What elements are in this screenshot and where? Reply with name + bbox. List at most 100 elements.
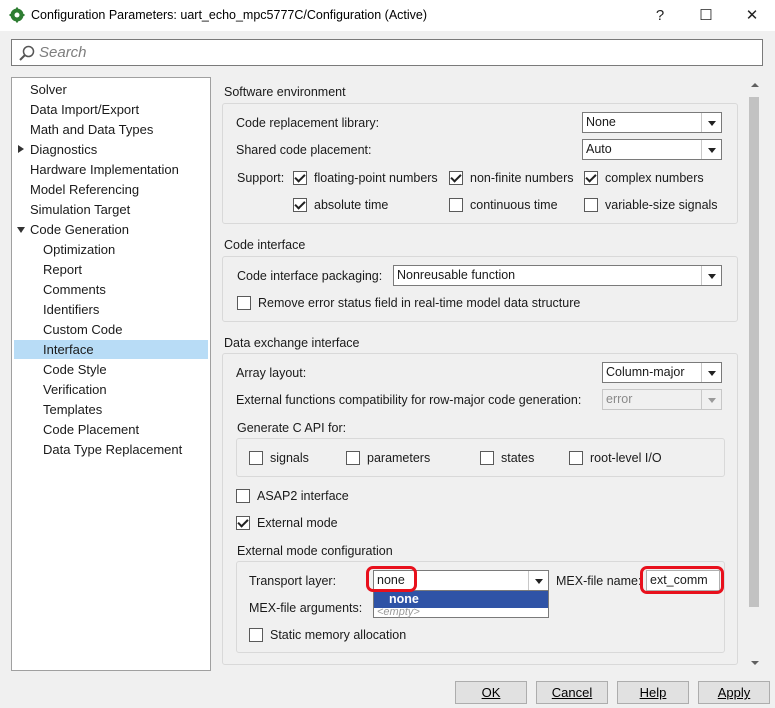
chevron-down-icon[interactable] — [701, 363, 721, 382]
shared-code-placement-label: Shared code placement: — [236, 143, 372, 157]
tree-item-report[interactable]: Report — [43, 260, 82, 279]
external-functions-value: error — [606, 392, 633, 406]
search-input[interactable] — [39, 42, 739, 63]
complex-numbers-checkbox[interactable] — [584, 171, 598, 185]
external-mode-checkbox[interactable] — [236, 516, 250, 530]
tree-item-hardware-implementation[interactable]: Hardware Implementation — [30, 160, 179, 179]
annotation-mex-name-highlight — [640, 566, 724, 594]
maximize-button[interactable]: ☐ — [683, 0, 729, 31]
mex-file-arguments-placeholder: <empty> — [377, 606, 420, 618]
mex-file-name-label: MEX-file name: — [556, 574, 642, 588]
static-memory-checkbox[interactable] — [249, 628, 263, 642]
support-label: Support: — [237, 171, 285, 185]
mex-file-arguments-label: MEX-file arguments: — [249, 601, 363, 615]
tree-item-optimization[interactable]: Optimization — [43, 240, 115, 259]
absolute-time-label: absolute time — [314, 198, 389, 212]
asap2-label: ASAP2 interface — [257, 489, 349, 503]
c-api-states-label: states — [501, 451, 535, 465]
c-api-root-io-checkbox[interactable] — [569, 451, 583, 465]
tree-item-model-referencing[interactable]: Model Referencing — [30, 180, 139, 199]
tree-item-code-style[interactable]: Code Style — [43, 360, 107, 379]
category-tree[interactable]: Solver Data Import/Export Math and Data … — [11, 77, 211, 671]
cancel-button[interactable]: Cancel — [536, 681, 608, 704]
title-bar: Configuration Parameters: uart_echo_mpc5… — [0, 0, 775, 31]
tree-item-code-generation[interactable]: Code Generation — [30, 220, 129, 239]
apply-button-label: Apply — [717, 685, 751, 700]
vertical-scrollbar[interactable] — [746, 77, 763, 671]
remove-error-status-checkbox[interactable] — [237, 296, 251, 310]
close-button[interactable]: ✕ — [729, 0, 775, 31]
tree-item-comments[interactable]: Comments — [43, 280, 106, 299]
help-button-label: Help — [639, 685, 667, 700]
external-mode-label: External mode — [257, 516, 338, 530]
code-interface-title: Code interface — [224, 238, 306, 252]
continuous-time-checkbox[interactable] — [449, 198, 463, 212]
non-finite-label: non-finite numbers — [470, 171, 574, 185]
tree-item-verification[interactable]: Verification — [43, 380, 107, 399]
dropdown-option-label: none — [389, 592, 419, 606]
external-mode-config-title: External mode configuration — [237, 544, 393, 558]
c-api-parameters-checkbox[interactable] — [346, 451, 360, 465]
data-exchange-title: Data exchange interface — [224, 336, 360, 350]
scroll-down-arrow-icon[interactable] — [746, 654, 763, 671]
transport-layer-dropdown-list[interactable]: none <empty> — [373, 590, 549, 618]
window-title: Configuration Parameters: uart_echo_mpc5… — [31, 8, 428, 22]
c-api-root-io-label: root-level I/O — [590, 451, 662, 465]
code-interface-packaging-value: Nonreusable function — [397, 268, 516, 282]
shared-code-placement-select[interactable]: Auto — [582, 139, 722, 160]
transport-layer-label: Transport layer: — [249, 574, 337, 588]
expand-arrow-icon[interactable] — [18, 145, 24, 153]
non-finite-checkbox[interactable] — [449, 171, 463, 185]
c-api-states-checkbox[interactable] — [480, 451, 494, 465]
floating-point-checkbox[interactable] — [293, 171, 307, 185]
static-memory-label: Static memory allocation — [270, 628, 407, 642]
chevron-down-icon — [701, 390, 721, 409]
tree-item-custom-code[interactable]: Custom Code — [43, 320, 122, 339]
tree-item-identifiers[interactable]: Identifiers — [43, 300, 99, 319]
tree-item-simulation-target[interactable]: Simulation Target — [30, 200, 130, 219]
absolute-time-checkbox[interactable] — [293, 198, 307, 212]
chevron-down-icon[interactable] — [528, 571, 548, 590]
code-replacement-library-label: Code replacement library: — [236, 116, 380, 130]
c-api-signals-label: signals — [270, 451, 309, 465]
remove-error-status-label: Remove error status field in real-time m… — [258, 296, 581, 310]
tree-item-solver[interactable]: Solver — [30, 80, 67, 99]
complex-numbers-label: complex numbers — [605, 171, 704, 185]
apply-button[interactable]: Apply — [698, 681, 770, 704]
ok-button[interactable]: OK — [455, 681, 527, 704]
asap2-checkbox[interactable] — [236, 489, 250, 503]
continuous-time-label: continuous time — [470, 198, 558, 212]
tree-item-math-data-types[interactable]: Math and Data Types — [30, 120, 153, 139]
tree-item-code-placement[interactable]: Code Placement — [43, 420, 139, 439]
tree-item-diagnostics[interactable]: Diagnostics — [30, 140, 97, 159]
help-button[interactable]: Help — [617, 681, 689, 704]
help-title-button[interactable]: ? — [637, 0, 683, 31]
array-layout-label: Array layout: — [236, 366, 307, 380]
variable-size-checkbox[interactable] — [584, 198, 598, 212]
tree-item-data-import-export[interactable]: Data Import/Export — [30, 100, 139, 119]
chevron-down-icon[interactable] — [701, 113, 721, 132]
code-replacement-library-value: None — [586, 115, 616, 129]
code-replacement-library-select[interactable]: None — [582, 112, 722, 133]
external-functions-label: External functions compatibility for row… — [236, 393, 582, 407]
tree-item-templates[interactable]: Templates — [43, 400, 102, 419]
code-interface-packaging-label: Code interface packaging: — [237, 269, 383, 283]
tree-item-data-type-replacement[interactable]: Data Type Replacement — [43, 440, 182, 459]
chevron-down-icon[interactable] — [701, 266, 721, 285]
c-api-signals-checkbox[interactable] — [249, 451, 263, 465]
ok-button-label: OK — [481, 685, 501, 700]
software-environment-title: Software environment — [224, 85, 346, 99]
scroll-thumb[interactable] — [749, 97, 759, 607]
chevron-down-icon[interactable] — [701, 140, 721, 159]
app-gear-icon — [9, 7, 25, 23]
tree-item-interface[interactable]: Interface — [14, 340, 208, 359]
annotation-transport-highlight — [366, 566, 417, 592]
external-functions-select: error — [602, 389, 722, 410]
search-box[interactable] — [11, 39, 763, 66]
code-interface-packaging-select[interactable]: Nonreusable function — [393, 265, 722, 286]
scroll-up-arrow-icon[interactable] — [746, 77, 763, 94]
array-layout-select[interactable]: Column-major — [602, 362, 722, 383]
c-api-parameters-label: parameters — [367, 451, 431, 465]
generate-c-api-label: Generate C API for: — [237, 421, 347, 435]
collapse-arrow-icon[interactable] — [17, 227, 25, 233]
